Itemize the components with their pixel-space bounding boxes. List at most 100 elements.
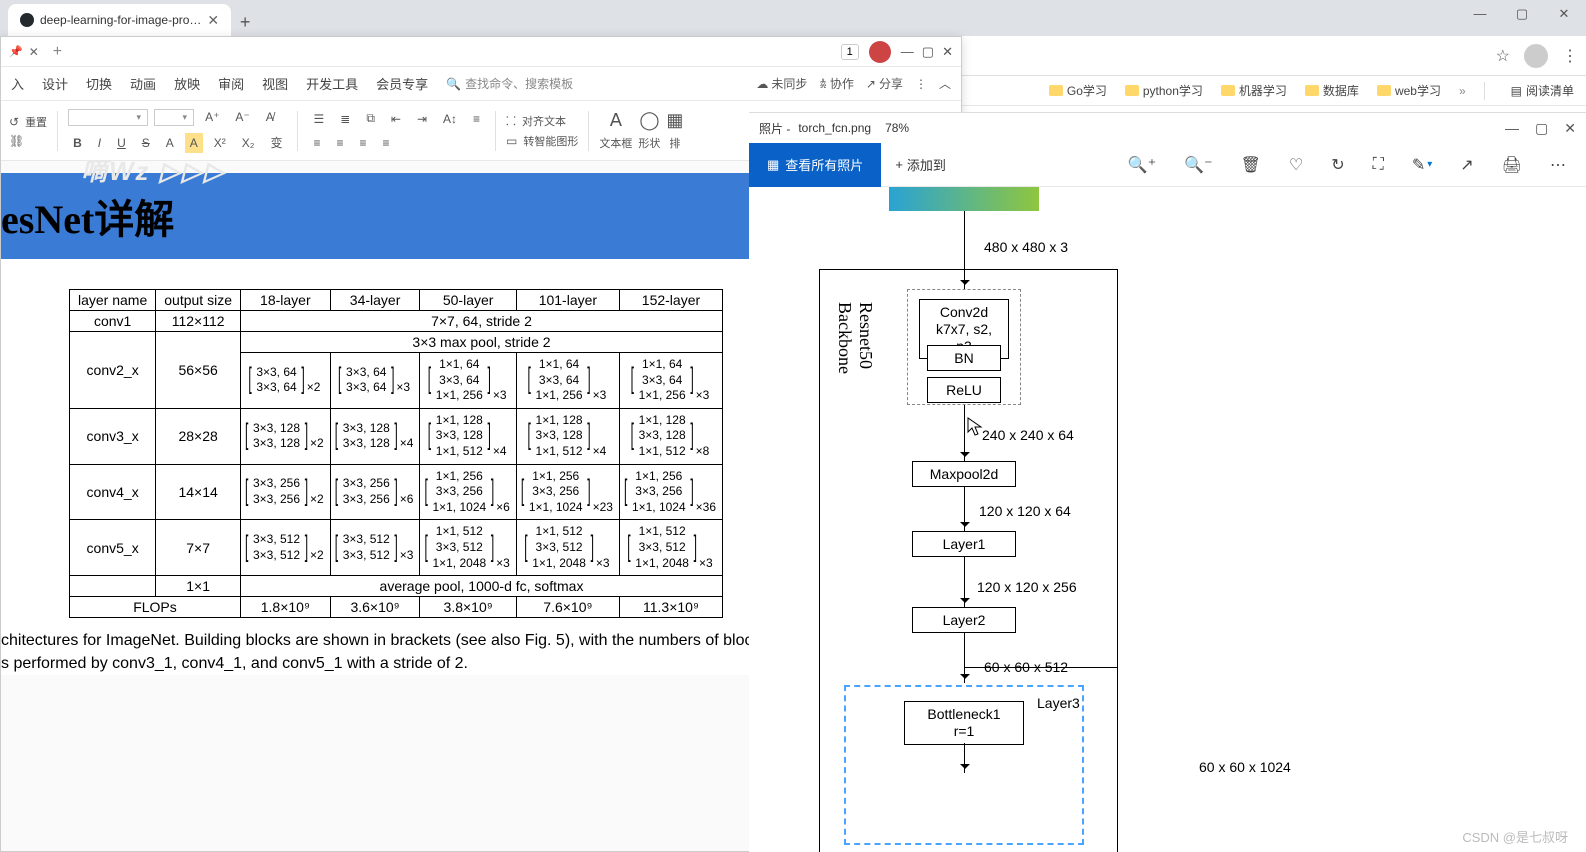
new-tab-button[interactable]: + xyxy=(231,8,259,36)
align-left-button[interactable]: ≡ xyxy=(308,133,325,153)
italic-button[interactable]: I xyxy=(93,133,106,153)
profile-avatar[interactable] xyxy=(1524,44,1548,68)
share-button[interactable]: ↗分享 xyxy=(866,75,903,92)
align-text-button[interactable]: 对齐文本 xyxy=(522,113,566,129)
bookmark-folder[interactable]: 数据库 xyxy=(1305,82,1359,99)
underline-button[interactable]: U xyxy=(112,133,131,153)
viewer-minimize-button[interactable]: — xyxy=(1505,120,1519,137)
shape-button[interactable]: 形状 xyxy=(638,135,660,151)
reset-button[interactable]: 重置 xyxy=(25,114,47,130)
align-right-button[interactable]: ≡ xyxy=(355,133,372,153)
columns-button[interactable]: ≡ xyxy=(468,109,485,129)
indent-button[interactable]: ⇥ xyxy=(412,109,432,129)
number-list-button[interactable]: ≣ xyxy=(335,109,355,129)
menu-item[interactable]: 审阅 xyxy=(218,74,244,93)
link-icon[interactable]: ⛓ xyxy=(9,134,24,148)
font-family-dropdown[interactable] xyxy=(68,109,148,126)
window-minimize-button[interactable]: — xyxy=(1466,6,1494,22)
bookmark-star-icon[interactable]: ☆ xyxy=(1496,46,1510,66)
zoom-out-button[interactable]: 🔍⁻ xyxy=(1184,155,1212,175)
editor-subtab[interactable]: 📌 ✕ xyxy=(9,45,39,59)
smartart-button[interactable]: 转智能图形 xyxy=(523,133,578,149)
arrange-button[interactable]: 排 xyxy=(669,135,680,151)
bullet-list-button[interactable]: ☰ xyxy=(308,109,329,129)
menu-item[interactable]: 切换 xyxy=(86,74,112,93)
tab-title: deep-learning-for-image-pro… xyxy=(40,13,201,27)
rotate-button[interactable]: ↻ xyxy=(1331,155,1344,175)
layer1-box: Layer1 xyxy=(912,531,1016,557)
menu-item[interactable]: 放映 xyxy=(174,74,200,93)
col-header: 50-layer xyxy=(420,290,516,311)
command-search[interactable]: 🔍 查找命令、搜索模板 xyxy=(446,75,573,92)
image-canvas[interactable]: 480 x 480 x 3 Resnet50 Backbone Conv2dk7… xyxy=(749,187,1586,852)
clear-format-button[interactable]: A̸ xyxy=(261,107,279,127)
collab-button[interactable]: 𖠋协作 xyxy=(819,75,854,92)
more-icon[interactable]: ⋮ xyxy=(915,77,927,91)
viewer-close-button[interactable]: ✕ xyxy=(1564,120,1576,137)
editor-maximize-button[interactable]: ▢ xyxy=(922,44,934,60)
collapse-ribbon-icon[interactable]: ︿ xyxy=(939,75,951,92)
highlight-button[interactable]: A xyxy=(185,133,203,153)
reading-list-button[interactable]: ▤阅读清单 xyxy=(1511,82,1574,99)
increase-font-button[interactable]: A⁺ xyxy=(200,107,224,127)
close-tab-icon[interactable]: ✕ xyxy=(207,12,219,29)
strike-button[interactable]: S xyxy=(137,133,155,153)
favorite-button[interactable]: ♡ xyxy=(1289,155,1303,175)
bookmark-folder[interactable]: 机器学习 xyxy=(1221,82,1287,99)
justify-button[interactable]: ≡ xyxy=(378,133,395,153)
add-to-button[interactable]: + 添加到 xyxy=(881,155,960,174)
edit-button[interactable]: ✎▾ xyxy=(1412,155,1432,175)
cell: 56×56 xyxy=(156,332,241,409)
menu-item[interactable]: 开发工具 xyxy=(306,74,358,93)
view-all-photos-button[interactable]: ▦ 查看所有照片 xyxy=(749,143,881,187)
decrease-font-button[interactable]: A⁻ xyxy=(230,107,254,127)
transform-button[interactable]: 变 xyxy=(265,131,287,154)
font-size-dropdown[interactable] xyxy=(154,109,194,126)
browser-tab[interactable]: deep-learning-for-image-pro… ✕ xyxy=(8,4,231,36)
multilevel-list-button[interactable]: ⧉ xyxy=(361,108,380,129)
window-maximize-button[interactable]: ▢ xyxy=(1508,6,1536,22)
user-avatar[interactable] xyxy=(869,41,891,63)
arrow-line xyxy=(964,487,965,531)
menu-item[interactable]: 视图 xyxy=(262,74,288,93)
menu-item[interactable]: 会员专享 xyxy=(376,74,428,93)
font-color-button[interactable]: A xyxy=(161,133,179,153)
editor-close-button[interactable]: ✕ xyxy=(942,44,953,60)
col-header: 18-layer xyxy=(240,290,330,311)
close-icon[interactable]: ✕ xyxy=(29,45,39,59)
outdent-button[interactable]: ⇤ xyxy=(386,109,406,129)
menu-item[interactable]: 动画 xyxy=(130,74,156,93)
delete-button[interactable]: 🗑 xyxy=(1241,155,1261,175)
window-close-button[interactable]: ✕ xyxy=(1550,6,1578,22)
align-center-button[interactable]: ≡ xyxy=(332,133,349,153)
backbone-label: Resnet50 Backbone xyxy=(834,302,876,374)
bookmark-folder[interactable]: web学习 xyxy=(1377,82,1441,99)
more-button[interactable]: ⋯ xyxy=(1550,155,1566,175)
bookmark-folder[interactable]: python学习 xyxy=(1125,82,1203,99)
sync-button[interactable]: ☁未同步 xyxy=(756,75,807,92)
bold-button[interactable]: B xyxy=(68,133,87,153)
share-button[interactable]: ↗ xyxy=(1460,155,1473,175)
browser-menu-icon[interactable]: ⋮ xyxy=(1562,46,1578,66)
print-button[interactable]: 🖨 xyxy=(1502,155,1522,175)
crop-button[interactable]: ⛶ xyxy=(1373,156,1384,174)
new-subtab-button[interactable]: + xyxy=(53,43,62,61)
cell: 3×3, 5123×3, 512×3 xyxy=(330,520,420,576)
editor-minimize-button[interactable]: — xyxy=(901,44,914,60)
line-height-button[interactable]: A↕ xyxy=(438,109,462,129)
subscript-button[interactable]: X₂ xyxy=(237,133,260,153)
superscript-button[interactable]: X² xyxy=(209,133,231,153)
zoom-in-button[interactable]: 🔍⁺ xyxy=(1128,155,1156,175)
github-icon xyxy=(20,13,34,27)
notification-badge[interactable]: 1 xyxy=(841,44,859,60)
textbox-button[interactable]: 文本框 xyxy=(599,135,632,151)
smartart-icon: ▭ xyxy=(506,134,517,148)
bookmark-folder[interactable]: Go学习 xyxy=(1049,82,1107,99)
viewer-maximize-button[interactable]: ▢ xyxy=(1535,120,1548,137)
menu-item[interactable]: 入 xyxy=(11,74,24,93)
dim-label: 120 x 120 x 64 xyxy=(979,503,1071,519)
menu-item[interactable]: 设计 xyxy=(42,74,68,93)
window-title-filename: torch_fcn.png xyxy=(798,121,871,135)
bookmarks-overflow-icon[interactable]: » xyxy=(1459,84,1466,98)
cell: conv5_x xyxy=(70,520,156,576)
